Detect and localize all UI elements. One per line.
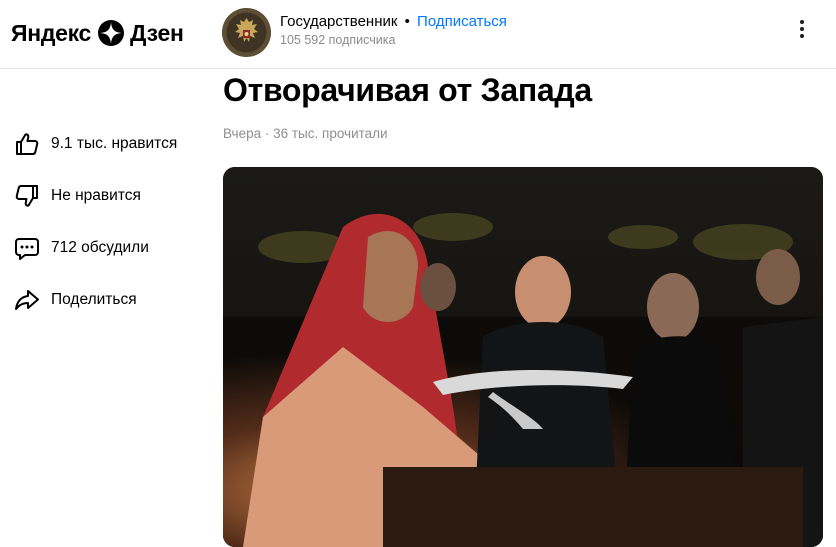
article-photo [223,167,823,547]
share-icon [15,290,39,310]
article-title: Отворачивая от Запада [223,72,592,108]
article-actions: 9.1 тыс. нравится Не нравится 712 обсуди… [14,128,177,336]
share-button[interactable]: Поделиться [14,284,177,316]
logo-text-zen: Дзен [130,19,184,46]
thumbs-down-icon [15,185,38,207]
yandex-zen-logo[interactable]: Яндекс Дзен [11,18,184,48]
article-meta: Вчера · 36 тыс. прочитали [223,126,388,141]
like-count-label: 9.1 тыс. нравится [51,135,178,152]
dislike-label: Не нравится [51,187,141,204]
thumbs-up-icon [16,133,39,155]
comments-count-label: 712 обсудили [51,239,149,256]
channel-name[interactable]: Государственник [280,13,397,30]
logo-text-yandex: Яндекс [11,19,92,46]
subscriber-count: 105 592 подписчика [280,32,396,47]
like-button[interactable]: 9.1 тыс. нравится [14,128,177,160]
zen-logo-icon [98,20,125,46]
comment-icon [15,238,39,260]
double-eagle-emblem-icon [222,8,271,57]
share-label: Поделиться [51,291,137,308]
more-options-icon[interactable] [795,20,809,46]
article-photo-image [223,167,823,547]
top-header: Яндекс Дзен Государственник • Подписатьс… [0,0,836,69]
channel-info: Государственник • Подписаться 105 592 по… [222,8,507,57]
subscribe-button[interactable]: Подписаться [417,13,507,30]
dislike-button[interactable]: Не нравится [14,180,177,212]
separator-dot: • [404,12,410,30]
channel-avatar[interactable] [222,8,271,57]
comments-button[interactable]: 712 обсудили [14,232,177,264]
